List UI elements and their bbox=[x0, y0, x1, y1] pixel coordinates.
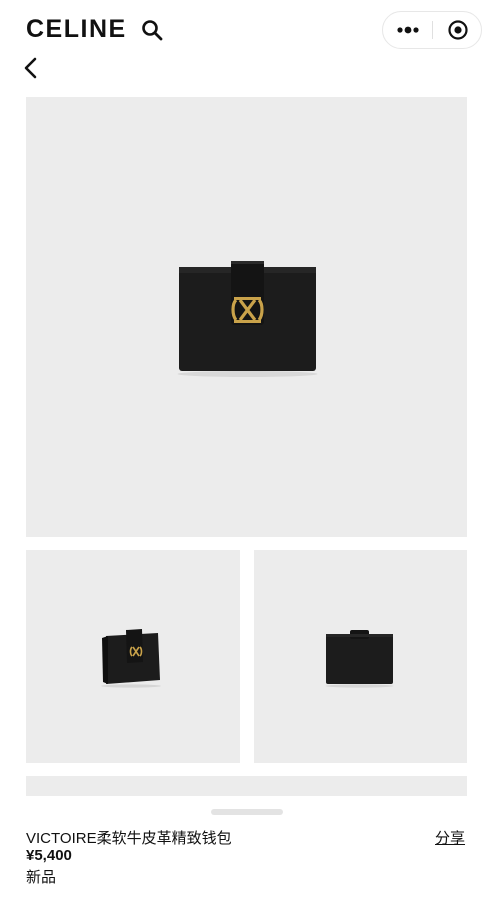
product-price: ¥5,400 bbox=[26, 847, 72, 864]
brand-logo[interactable]: CELINE bbox=[26, 15, 127, 44]
capsule-divider bbox=[432, 21, 433, 39]
new-badge: 新品 bbox=[26, 869, 57, 886]
share-link[interactable]: 分享 bbox=[435, 827, 465, 848]
wallet-back-illustration bbox=[325, 630, 394, 688]
sheet-drag-handle[interactable] bbox=[211, 809, 283, 815]
more-dots-icon[interactable] bbox=[395, 22, 421, 38]
mini-program-capsule bbox=[382, 11, 482, 49]
target-circle-icon[interactable] bbox=[447, 19, 469, 41]
wallet-side-illustration bbox=[101, 629, 161, 688]
chevron-left-icon[interactable] bbox=[20, 56, 42, 80]
thumbnail-side-view[interactable] bbox=[26, 550, 240, 763]
main-product-image[interactable] bbox=[26, 97, 467, 537]
search-icon[interactable] bbox=[140, 18, 164, 42]
thumbnail-partial[interactable] bbox=[26, 776, 467, 796]
wallet-front-illustration bbox=[177, 261, 318, 377]
product-title: VICTOIRE柔软牛皮革精致钱包 bbox=[26, 830, 232, 847]
thumbnail-back-view[interactable] bbox=[254, 550, 467, 763]
